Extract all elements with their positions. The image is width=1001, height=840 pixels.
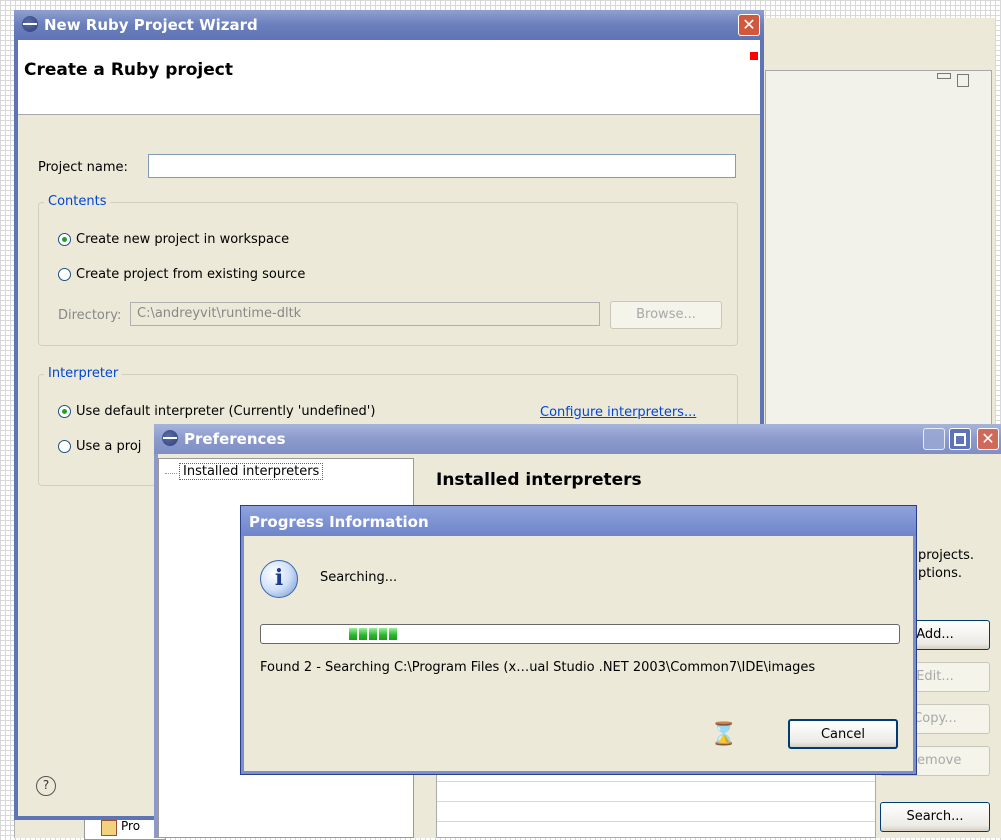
radio-default-interpreter[interactable]: Use default interpreter (Currently 'unde…	[58, 404, 375, 419]
progress-bar-segment	[369, 628, 377, 640]
tree-connector	[165, 473, 177, 474]
progress-message: Searching...	[320, 570, 398, 585]
directory-label: Directory:	[58, 308, 122, 323]
progress-information-dialog: Progress Information i Searching... Foun…	[240, 505, 917, 775]
search-button[interactable]: Search...	[880, 802, 990, 832]
minimize-button[interactable]	[923, 428, 945, 450]
view-minimize-icon[interactable]	[937, 73, 951, 79]
progress-titlebar[interactable]: Progress Information	[241, 506, 916, 536]
info-icon: i	[260, 560, 298, 598]
progress-bar-segment	[359, 628, 367, 640]
radio-selected-icon	[58, 405, 71, 418]
radio-unselected-icon	[58, 268, 71, 281]
preferences-description-line1: projects.	[918, 548, 975, 563]
progress-bar	[260, 624, 900, 644]
progress-body: i Searching... Found 2 - Searching C:\Pr…	[244, 536, 913, 771]
maximize-icon	[954, 433, 966, 446]
eclipse-icon	[162, 430, 178, 446]
progress-bar-segment	[389, 628, 397, 640]
wizard-title: New Ruby Project Wizard	[44, 16, 258, 34]
wizard-close-button[interactable]: ✕	[738, 14, 760, 36]
progress-bar-segment	[379, 628, 387, 640]
radio-existing-source-label: Create project from existing source	[76, 267, 306, 282]
radio-create-new-project[interactable]: Create new project in workspace	[58, 232, 289, 247]
project-item-label: Pro	[121, 819, 141, 833]
radio-selected-icon	[58, 233, 71, 246]
browse-button: Browse...	[610, 301, 722, 329]
project-icon	[101, 820, 117, 836]
tree-item-installed-interpreters[interactable]: Installed interpreters	[179, 463, 324, 480]
configure-interpreters-link[interactable]: Configure interpreters...	[540, 405, 696, 420]
preferences-titlebar[interactable]: Preferences ✕	[154, 424, 1001, 454]
progress-status: Found 2 - Searching C:\Program Files (x……	[260, 660, 816, 675]
preferences-page-title: Installed interpreters	[436, 470, 642, 490]
interpreter-group-title: Interpreter	[44, 366, 123, 381]
preferences-description-line2: ptions.	[918, 566, 963, 581]
wizard-titlebar[interactable]: New Ruby Project Wizard ✕	[14, 10, 764, 40]
radio-create-new-label: Create new project in workspace	[76, 232, 290, 247]
radio-create-from-source[interactable]: Create project from existing source	[58, 267, 305, 282]
wizard-header-title: Create a Ruby project	[24, 60, 233, 80]
contents-group-title: Contents	[44, 194, 111, 209]
progress-bar-segment	[349, 628, 357, 640]
hourglass-icon: ⌛	[710, 722, 738, 747]
cancel-button[interactable]: Cancel	[788, 719, 898, 749]
wizard-header-marker	[750, 52, 758, 60]
project-name-label: Project name:	[38, 160, 128, 175]
preferences-close-button[interactable]: ✕	[977, 428, 999, 450]
view-maximize-icon[interactable]	[957, 74, 969, 87]
directory-input: C:\andreyvit\runtime-dltk	[130, 302, 600, 326]
maximize-button[interactable]	[949, 428, 971, 450]
radio-project-interpreter[interactable]: Use a proj	[58, 439, 141, 454]
project-name-input[interactable]	[148, 154, 736, 178]
help-icon[interactable]: ?	[36, 776, 56, 796]
radio-unselected-icon	[58, 440, 71, 453]
eclipse-icon	[22, 16, 38, 32]
radio-project-interpreter-label: Use a proj	[76, 439, 142, 454]
progress-title: Progress Information	[249, 513, 429, 531]
wizard-header: Create a Ruby project	[18, 40, 760, 115]
preferences-title: Preferences	[184, 430, 286, 448]
radio-default-interpreter-label: Use default interpreter (Currently 'unde…	[76, 404, 376, 419]
